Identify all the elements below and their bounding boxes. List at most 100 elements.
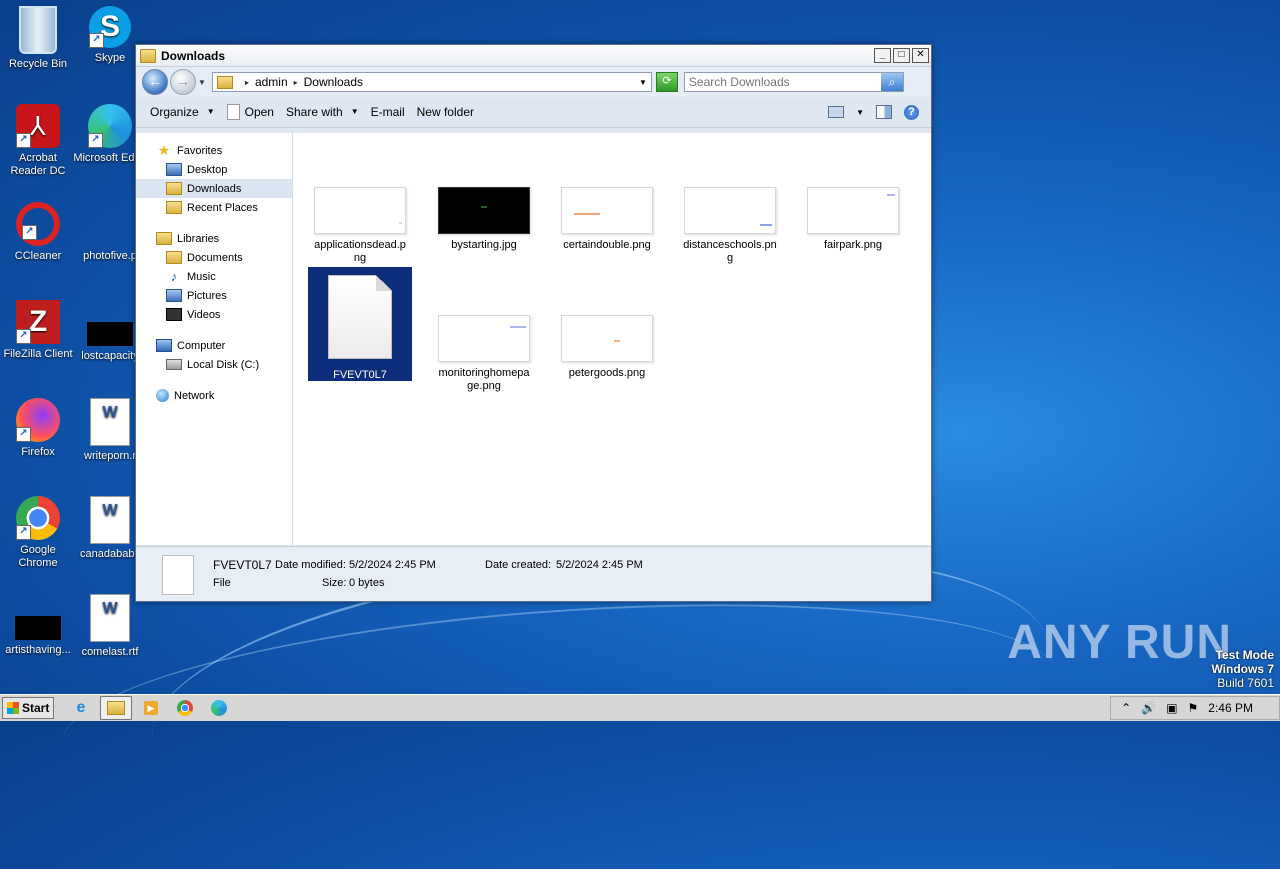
view-dropdown-icon[interactable]: ▼	[856, 108, 864, 117]
organize-button[interactable]: Organize ▼	[144, 101, 221, 123]
image-thumbnail	[561, 315, 653, 362]
nav-music[interactable]: ♪ Music	[136, 267, 292, 286]
details-pane: FVEVT0L7 Date modified: 5/2/2024 2:45 PM…	[136, 546, 931, 601]
nav-label: Libraries	[177, 232, 220, 245]
chevron-right-icon[interactable]: ▸	[245, 78, 249, 87]
image-file-icon	[88, 202, 132, 246]
help-icon[interactable]: ?	[904, 104, 919, 120]
file-item[interactable]: monitoringhomepage.png	[432, 315, 536, 393]
share-with-label: Share with	[285, 105, 343, 119]
taskbar-explorer[interactable]	[100, 696, 132, 720]
nav-videos[interactable]: Videos	[136, 305, 292, 324]
minimize-button[interactable]: _	[874, 48, 891, 63]
details-type: File	[213, 577, 231, 589]
acrobat-icon: ⅄ ↗	[16, 104, 60, 148]
libraries-icon	[156, 232, 172, 245]
search-input[interactable]	[684, 73, 881, 91]
file-item[interactable]: petergoods.png	[555, 315, 659, 380]
network-icon	[156, 389, 169, 402]
file-name: monitoringhomepage.png	[438, 367, 530, 392]
refresh-button[interactable]: ⟳	[655, 72, 678, 92]
start-button[interactable]: Start	[2, 697, 54, 719]
documents-icon	[166, 251, 182, 264]
windows-logo-icon	[7, 702, 19, 714]
nav-desktop[interactable]: Desktop	[136, 160, 292, 179]
nav-downloads[interactable]: Downloads	[136, 179, 292, 198]
file-name: bystarting.jpg	[451, 239, 517, 251]
desktop-icon-ccleaner[interactable]: ↗ CCleaner	[0, 202, 76, 263]
file-item[interactable]: applicationsdead.png	[308, 187, 412, 265]
taskbar-chrome[interactable]	[170, 697, 200, 719]
chrome-icon	[177, 700, 193, 716]
file-item[interactable]: distanceschools.png	[678, 187, 782, 265]
taskbar-media-player[interactable]: ▶	[136, 697, 166, 719]
taskbar-edge[interactable]	[204, 697, 234, 719]
search-icon[interactable]: ⌕	[880, 73, 903, 91]
explorer-body: ★ Favorites Desktop Downloads Recent Plac…	[136, 133, 931, 545]
file-name: applicationsdead.png	[314, 239, 406, 264]
file-item-selected[interactable]: FVEVT0L7	[308, 267, 412, 381]
forward-button[interactable]: →	[170, 69, 196, 95]
action-center-flag-icon[interactable]: ⚑	[1188, 701, 1199, 715]
address-bar[interactable]: ▸ admin ▸ Downloads ▼	[211, 72, 652, 92]
build-label: Build 7601	[1217, 676, 1274, 690]
address-dropdown-icon[interactable]: ▼	[639, 78, 647, 87]
breadcrumb-downloads[interactable]: Downloads	[304, 75, 363, 89]
edge-icon: ↗	[88, 104, 132, 148]
desktop-icon-recycle-bin[interactable]: Recycle Bin	[0, 6, 76, 71]
desktop-icon-acrobat[interactable]: ⅄ ↗ Acrobat Reader DC	[0, 104, 76, 178]
word-document-icon: W	[90, 496, 130, 544]
clock[interactable]: 2:46 PM	[1208, 701, 1253, 715]
explorer-window: Downloads _ □ ✕ ← → ▼ ▸ admin ▸ Download…	[135, 44, 932, 602]
file-item[interactable]: fairpark.png	[801, 187, 905, 252]
computer-icon	[156, 339, 172, 352]
new-folder-button[interactable]: New folder	[411, 101, 480, 123]
email-button[interactable]: E-mail	[365, 101, 411, 123]
desktop-icon-firefox[interactable]: ↗ Firefox	[0, 398, 76, 459]
title-bar[interactable]: Downloads _ □ ✕	[136, 45, 931, 67]
nav-favorites[interactable]: ★ Favorites	[136, 141, 292, 160]
desktop-icon-filezilla[interactable]: Z ↗ FileZilla Client	[0, 300, 76, 361]
recycle-bin-icon	[19, 6, 57, 54]
share-with-button[interactable]: Share with ▼	[280, 101, 365, 123]
nav-documents[interactable]: Documents	[136, 248, 292, 267]
preview-pane-icon[interactable]	[876, 105, 892, 119]
close-button[interactable]: ✕	[912, 48, 929, 63]
nav-network[interactable]: Network	[136, 386, 292, 405]
open-button[interactable]: Open	[221, 101, 280, 123]
taskbar-ie[interactable]: e	[66, 697, 96, 719]
folder-icon	[140, 48, 156, 63]
nav-recent-places[interactable]: Recent Places	[136, 198, 292, 217]
details-date-created-label: Date created:	[485, 559, 552, 571]
nav-local-disk[interactable]: Local Disk (C:)	[136, 355, 292, 374]
desktop-icon-artisthaving[interactable]: artisthaving...	[0, 594, 76, 657]
nav-pictures[interactable]: Pictures	[136, 286, 292, 305]
details-size: 0 bytes	[349, 577, 385, 589]
change-view-icon[interactable]	[828, 106, 845, 118]
system-tray: ⌃ 🔊 ▣ ⚑ 2:46 PM	[1110, 696, 1280, 720]
file-name: petergoods.png	[568, 367, 646, 379]
volume-icon[interactable]: 🔊	[1141, 701, 1156, 715]
nav-label: Network	[174, 389, 215, 402]
desktop-icon-chrome[interactable]: ↗ Google Chrome	[0, 496, 76, 570]
firefox-icon: ↗	[16, 398, 60, 442]
chevron-right-icon[interactable]: ▸	[294, 78, 298, 87]
file-item[interactable]: bystarting.jpg	[432, 187, 536, 252]
maximize-button[interactable]: □	[893, 48, 910, 63]
desktop-icon	[166, 163, 182, 176]
details-date-modified-label: Date modified:	[275, 559, 346, 571]
nav-label: Desktop	[187, 163, 228, 176]
network-icon[interactable]: ▣	[1166, 701, 1177, 715]
document-icon	[226, 104, 240, 120]
chevron-down-icon: ▼	[206, 107, 215, 116]
desktop-icon-comelast[interactable]: W comelast.rtf	[72, 594, 148, 659]
back-button[interactable]: ←	[142, 69, 168, 95]
breadcrumb-admin[interactable]: admin	[255, 75, 288, 89]
nav-libraries[interactable]: Libraries	[136, 229, 292, 248]
nav-computer[interactable]: Computer	[136, 336, 292, 355]
details-date-modified: 5/2/2024 2:45 PM	[349, 559, 436, 571]
history-dropdown-icon[interactable]: ▼	[198, 78, 206, 87]
show-hidden-icons-icon[interactable]: ⌃	[1121, 701, 1131, 715]
address-row: ← → ▼ ▸ admin ▸ Downloads ▼ ⟳ ⌕	[136, 67, 931, 97]
file-item[interactable]: certaindouble.png	[555, 187, 659, 252]
